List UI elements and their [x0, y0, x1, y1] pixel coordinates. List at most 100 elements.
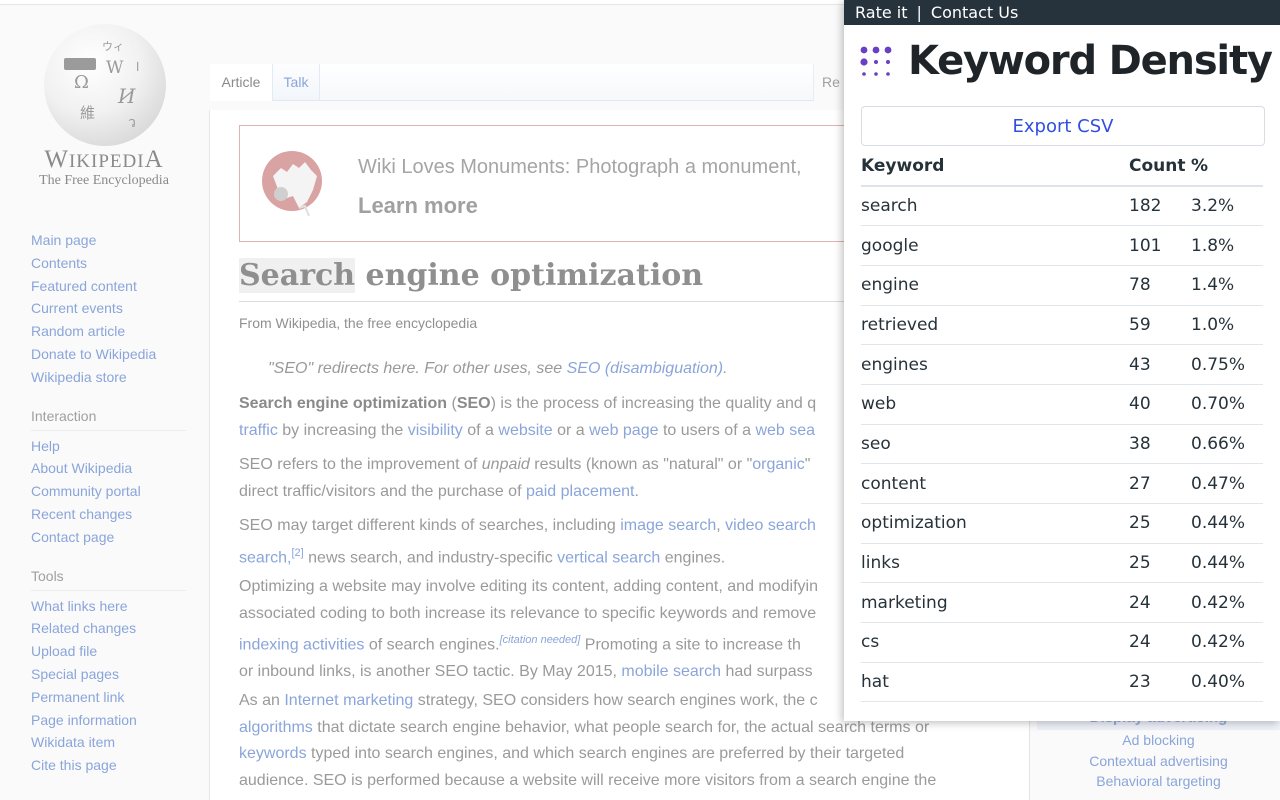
count-cell: 25 [1129, 503, 1191, 544]
page-tabs: Article Talk [210, 64, 814, 101]
link-image-search[interactable]: image search [620, 517, 716, 534]
text: typed into search engines, and which sea… [306, 745, 905, 762]
link-video-search[interactable]: video search [725, 517, 816, 534]
wikipedia-wordmark: WIKIPEDIA [44, 146, 164, 173]
italic-term: unpaid [481, 456, 530, 473]
text: As an [239, 692, 285, 709]
link-mobile-search[interactable]: mobile search [621, 663, 721, 680]
percent-cell: 3.2% [1191, 186, 1263, 227]
nav-recent-changes[interactable]: Recent changes [31, 503, 186, 526]
wikipedia-logo[interactable]: Ω W И 維 ว ウィ ا WIKIPEDIA The Free Encycl… [22, 20, 186, 195]
infobox-link-contextual-advertising[interactable]: Contextual advertising [1037, 751, 1280, 772]
tabs-spacer [320, 64, 814, 101]
title-highlighted-word: Search [239, 258, 356, 293]
text: results (known as "natural" or " [529, 456, 753, 473]
header-keyword[interactable]: Keyword [861, 147, 1129, 187]
nav-community-portal[interactable]: Community portal [31, 480, 186, 503]
rate-it-link[interactable]: Rate it [855, 3, 908, 22]
link-algorithms[interactable]: algorithms [239, 719, 313, 736]
nav-main-page[interactable]: Main page [31, 229, 186, 252]
text-line: Optimizing a website may involve editing… [239, 578, 818, 595]
link-organic[interactable]: organic [752, 456, 804, 473]
nav-random-article[interactable]: Random article [31, 320, 186, 343]
nav-wikidata-item[interactable]: Wikidata item [31, 731, 186, 754]
infobox-link-behavioral-targeting[interactable]: Behavioral targeting [1037, 771, 1280, 792]
nav-wikipedia-store[interactable]: Wikipedia store [31, 366, 186, 389]
keyword-cell: web [861, 384, 1129, 425]
keyword-cell: retrieved [861, 305, 1129, 346]
keyword-row: hat 23 0.40% [861, 662, 1263, 703]
text: of a [462, 421, 499, 439]
count-cell: 24 [1129, 622, 1191, 663]
percent-cell: 0.44% [1191, 503, 1263, 544]
nav-page-information[interactable]: Page information [31, 709, 186, 732]
nav-what-links-here[interactable]: What links here [31, 595, 186, 618]
keyword-row: content 27 0.47% [861, 463, 1263, 504]
text: or inbound links, is another SEO tactic.… [239, 662, 622, 680]
paragraph-3: SEO may target different kinds of search… [239, 513, 859, 571]
header-count[interactable]: Count [1129, 147, 1191, 187]
percent-cell: 1.4% [1191, 265, 1263, 306]
nav-upload-file[interactable]: Upload file [31, 640, 186, 663]
hatnote-link[interactable]: SEO (disambiguation) [567, 360, 724, 377]
nav-contents[interactable]: Contents [31, 252, 186, 275]
keyword-cell: links [861, 543, 1129, 584]
tab-talk[interactable]: Talk [272, 64, 320, 101]
keyword-row: seo 38 0.66% [861, 424, 1263, 465]
text: SEO refers to the improvement of [239, 456, 482, 473]
keyword-row: search 182 3.2% [861, 186, 1263, 227]
keyword-row: web 40 0.70% [861, 384, 1263, 425]
text: , [716, 517, 726, 534]
infobox-link-ad-blocking[interactable]: Ad blocking [1037, 730, 1280, 751]
tab-read[interactable]: Re [822, 74, 840, 90]
nav-featured-content[interactable]: Featured content [31, 275, 186, 298]
citation-needed[interactable]: [citation needed] [500, 634, 581, 646]
link-traffic[interactable]: traffic [239, 422, 278, 439]
topbar-separator: | [916, 3, 922, 22]
keyword-density-popup: Rate it | Contact Us Keyword Density Expor… [844, 0, 1280, 721]
text: news search, and industry-specific [303, 548, 558, 566]
link-paid-placement[interactable]: paid placement [526, 483, 635, 500]
campaign-banner[interactable]: Wiki Loves Monuments: Photograph a monum… [239, 125, 859, 242]
link-academic-search[interactable]: search, [239, 549, 291, 566]
nav-help[interactable]: Help [31, 435, 186, 458]
link-keywords[interactable]: keywords [239, 745, 307, 762]
keyword-row: cs 24 0.42% [861, 622, 1263, 663]
hatnote: "SEO" redirects here. For other uses, se… [268, 360, 728, 378]
page-title: Search engine optimization [239, 258, 859, 302]
nav-contact-page[interactable]: Contact page [31, 526, 186, 549]
percent-cell: 0.47% [1191, 463, 1263, 504]
text: direct traffic/visitors and the purchase… [239, 482, 526, 500]
link-web-search[interactable]: web sea [755, 422, 815, 439]
link-internet-marketing[interactable]: Internet marketing [284, 692, 413, 709]
nav-special-pages[interactable]: Special pages [31, 663, 186, 686]
nav-about-wikipedia[interactable]: About Wikipedia [31, 457, 186, 480]
tab-article[interactable]: Article [210, 64, 272, 101]
banner-learn-more[interactable]: Learn more [358, 193, 478, 219]
keyword-row: links 25 0.44% [861, 543, 1263, 584]
nav-donate[interactable]: Donate to Wikipedia [31, 343, 186, 366]
link-visibility[interactable]: visibility [408, 422, 463, 439]
header-percent[interactable]: % [1191, 147, 1263, 187]
text: to users of a [658, 421, 756, 439]
citation-ref[interactable]: [2] [291, 547, 303, 559]
nav-tools-heading: Tools [31, 567, 186, 591]
text: Promoting a site to increase th [580, 636, 801, 654]
link-indexing-activities[interactable]: indexing activities [239, 636, 364, 653]
nav-tools-section: What links here Related changes Upload f… [31, 595, 186, 777]
count-cell: 23 [1129, 662, 1191, 703]
wiki-loves-monuments-icon [262, 151, 322, 216]
nav-related-changes[interactable]: Related changes [31, 617, 186, 640]
nav-permanent-link[interactable]: Permanent link [31, 686, 186, 709]
keyword-cell: engines [861, 344, 1129, 385]
contact-us-link[interactable]: Contact Us [931, 3, 1018, 22]
link-website[interactable]: website [498, 422, 552, 439]
link-vertical-search[interactable]: vertical search [557, 549, 660, 566]
popup-topbar: Rate it | Contact Us [844, 0, 1280, 25]
nav-cite-this-page[interactable]: Cite this page [31, 754, 186, 777]
link-web-page[interactable]: web page [589, 422, 658, 439]
export-csv-button[interactable]: Export CSV [861, 106, 1265, 146]
nav-current-events[interactable]: Current events [31, 297, 186, 320]
keyword-row: engine 78 1.4% [861, 265, 1263, 306]
bold-term: SEO [456, 395, 491, 412]
